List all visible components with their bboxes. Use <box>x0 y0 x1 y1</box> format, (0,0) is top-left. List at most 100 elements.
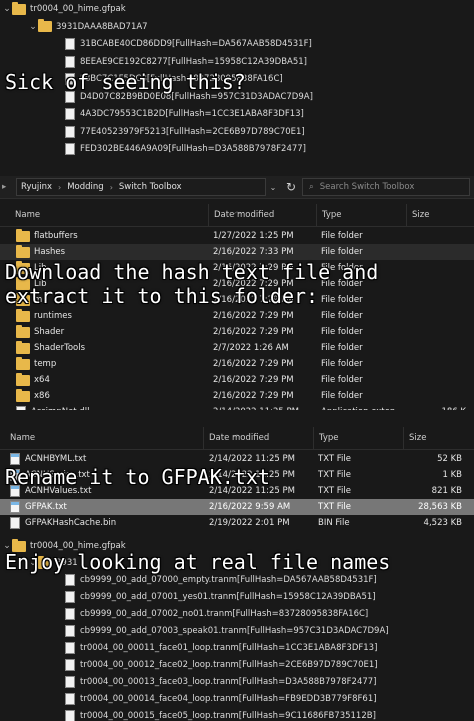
tree-item[interactable]: cb9999_00_add_07003_speak01.tranm[FullHa… <box>55 622 389 640</box>
column-size[interactable]: Size <box>406 204 474 226</box>
list-item[interactable]: x64 2/16/2022 7:29 PM File folder <box>0 372 474 388</box>
text-file-icon <box>10 501 20 513</box>
list-item[interactable]: Shader 2/16/2022 7:29 PM File folder <box>0 324 474 340</box>
search-icon: ⌕ <box>309 182 314 192</box>
file-icon <box>65 143 75 155</box>
tree-item[interactable]: FED302BE446A9A09[FullHash=D3A588B7978F24… <box>55 140 306 158</box>
dll-file-icon <box>16 406 26 410</box>
tree-item-label: 4A3DC79553C1B2D[FullHash=1CC3E1ABA8F3DF1… <box>80 109 304 119</box>
file-name: ACNHBYML.txt <box>25 454 87 464</box>
breadcrumb-ryujinx[interactable]: Ryujinx <box>21 182 52 192</box>
chevron-down-icon[interactable]: ⌄ <box>28 22 38 32</box>
file-name-cell: flatbuffers <box>16 228 206 244</box>
tree-item-label: tr0004_00_hime.gfpak <box>30 4 126 14</box>
file-icon <box>10 517 20 529</box>
date-modified: 2/16/2022 7:29 PM <box>213 375 294 385</box>
file-name: GFPAKHashCache.bin <box>25 518 117 528</box>
breadcrumb-modding[interactable]: Modding <box>67 182 103 192</box>
date-modified: 2/16/2022 9:59 AM <box>209 502 291 512</box>
tree-item[interactable]: 31BCABE40CD86DD9[FullHash=DA567AAB58D453… <box>55 35 312 53</box>
file-icon <box>65 608 75 620</box>
file-name-cell: Shader <box>16 324 206 340</box>
tree-item-label: tr0004_00_00013_face03_loop.tranm[FullHa… <box>80 677 377 687</box>
file-type: File folder <box>321 391 363 401</box>
file-size: 1 KB <box>442 470 462 480</box>
file-name: runtimes <box>34 311 72 321</box>
column-date-modified[interactable]: Date modified <box>203 427 313 449</box>
file-type: TXT File <box>318 470 351 480</box>
list-item[interactable]: AssimpNet.dll 2/14/2022 11:25 PM Applicati… <box>0 404 474 410</box>
folder-icon <box>16 388 30 402</box>
refresh-icon[interactable]: ↻ <box>280 180 302 194</box>
tree-item[interactable]: 8EEAE9CE192C8277[FullHash=15958C12A39DBA… <box>55 53 307 71</box>
search-placeholder: Search Switch Toolbox <box>319 182 415 192</box>
folder-icon <box>12 1 26 15</box>
caption-download-hash: Download the hash text file and extract … <box>5 260 379 308</box>
folder-icon <box>16 356 30 370</box>
address-bar: ▸ Ryujinx › Modding › Switch Toolbox ⌄ ↻… <box>0 176 474 199</box>
file-name: x64 <box>34 375 50 385</box>
date-modified: 2/16/2022 7:29 PM <box>213 359 294 369</box>
breadcrumb-switch-toolbox[interactable]: Switch Toolbox <box>119 182 182 192</box>
search-input[interactable]: ⌕ Search Switch Toolbox <box>302 178 470 196</box>
list-item[interactable]: GFPAKHashCache.bin 2/19/2022 2:01 PM BIN F… <box>0 515 474 531</box>
column-date-modified[interactable]: Date modified <box>208 204 316 226</box>
tree-item-label: 31BCABE40CD86DD9[FullHash=DA567AAB58D453… <box>80 39 312 49</box>
file-type: TXT File <box>318 502 351 512</box>
folder-icon <box>16 308 30 322</box>
tree-item[interactable]: tr0004_00_00013_face03_loop.tranm[FullHa… <box>55 673 376 691</box>
list-item[interactable]: runtimes 2/16/2022 7:29 PM File folder <box>0 308 474 324</box>
file-name: Shader <box>34 327 65 337</box>
file-name-cell: GFPAKHashCache.bin <box>10 515 200 531</box>
column-type[interactable]: Type <box>313 427 403 449</box>
tree-item[interactable]: tr0004_00_00012_face02_loop.tranm[FullHa… <box>55 656 378 674</box>
list-item[interactable]: ShaderTools 2/7/2022 1:26 AM File folder <box>0 340 474 356</box>
list-item[interactable]: Hashes 2/16/2022 7:33 PM File folder <box>0 244 474 260</box>
chevron-right-icon: › <box>109 182 113 192</box>
tree-item[interactable]: ⌄ 3931DAAA8BAD71A7 <box>28 18 148 36</box>
file-icon <box>65 693 75 705</box>
column-name[interactable]: Name <box>5 427 203 449</box>
tree-item[interactable]: tr0004_00_00011_face01_loop.tranm[FullHa… <box>55 639 377 657</box>
folder-nav-icon[interactable]: ▸ <box>2 182 6 192</box>
tree-item[interactable]: tr0004_00_00014_face04_loop.tranm[FullHa… <box>55 690 377 708</box>
file-icon <box>65 710 75 721</box>
hashes-column-header: ︿ Name Date modified Type Size <box>0 427 474 450</box>
list-item[interactable]: GFPAK.txt 2/16/2022 9:59 AM TXT File 28,563… <box>0 499 474 515</box>
tree-item[interactable]: ⌄ tr0004_00_hime.gfpak <box>2 0 126 18</box>
file-type: File folder <box>321 375 363 385</box>
tree-item[interactable]: cb9999_00_add_07002_no01.tranm[FullHash=… <box>55 605 368 623</box>
file-name-cell: Hashes <box>16 244 206 260</box>
file-name: x86 <box>34 391 50 401</box>
tree-item[interactable]: cb9999_00_add_07001_yes01.tranm[FullHash… <box>55 588 376 606</box>
file-size: 821 KB <box>431 486 462 496</box>
file-type: BIN File <box>318 518 350 528</box>
tree-item-label: tr0004_00_00014_face04_loop.tranm[FullHa… <box>80 694 377 704</box>
column-name[interactable]: Name <box>10 204 208 226</box>
date-modified: 2/19/2022 2:01 PM <box>209 518 290 528</box>
folder-icon <box>38 19 52 32</box>
list-item[interactable]: x86 2/16/2022 7:29 PM File folder <box>0 388 474 404</box>
list-item[interactable]: flatbuffers 1/27/2022 1:25 PM File folder <box>0 228 474 244</box>
tree-item-label: 77E40523979F5213[FullHash=2CE6B97D789C70… <box>80 126 305 137</box>
column-size[interactable]: Size <box>403 427 474 449</box>
tree-item[interactable]: 4A3DC79553C1B2D[FullHash=1CC3E1ABA8F3DF1… <box>55 105 304 123</box>
file-name-cell: runtimes <box>16 308 206 324</box>
address-dropdown-icon[interactable]: ⌄ <box>266 183 280 192</box>
file-icon <box>65 38 75 50</box>
explorer-column-header: ︿ Name Date modified Type Size <box>0 204 474 227</box>
tree-item-label: tr0004_00_00012_face02_loop.tranm[FullHa… <box>80 660 378 670</box>
chevron-down-icon[interactable]: ⌄ <box>2 4 12 14</box>
file-type: File folder <box>321 327 363 337</box>
text-file-icon <box>10 453 20 465</box>
tree-item[interactable]: tr0004_00_00015_face05_loop.tranm[FullHa… <box>55 707 376 721</box>
file-size: 4,523 KB <box>423 518 462 528</box>
column-type[interactable]: Type <box>316 204 406 226</box>
tree-item-label: tr0004_00_00011_face01_loop.tranm[FullHa… <box>80 643 378 653</box>
list-item[interactable]: temp 2/16/2022 7:29 PM File folder <box>0 356 474 372</box>
breadcrumb[interactable]: Ryujinx › Modding › Switch Toolbox <box>16 178 266 196</box>
file-name-cell: ShaderTools <box>16 340 206 356</box>
chevron-right-icon: › <box>58 182 62 192</box>
tree-item[interactable]: 77E40523979F5213[FullHash=2CE6B97D789C70… <box>55 123 305 141</box>
caption-sick-of-seeing: Sick of seeing this? <box>5 70 246 94</box>
